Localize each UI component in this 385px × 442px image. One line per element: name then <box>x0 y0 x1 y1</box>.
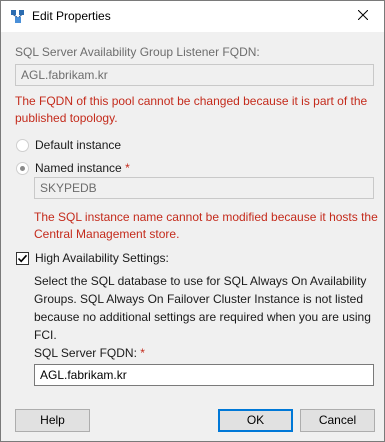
description-line: because no additional settings are requi… <box>34 310 371 324</box>
sql-server-fqdn-input[interactable]: AGL.fabrikam.kr <box>34 364 374 386</box>
listener-fqdn-field[interactable]: AGL.fabrikam.kr <box>15 64 374 86</box>
ok-button[interactable]: OK <box>218 409 293 432</box>
description-line: Select the SQL database to use for SQL A… <box>34 274 367 288</box>
named-instance-radio[interactable] <box>16 162 29 175</box>
required-marker: * <box>125 161 130 175</box>
default-instance-radio[interactable] <box>16 139 29 152</box>
required-marker: * <box>140 346 145 360</box>
window-title: Edit Properties <box>32 9 111 23</box>
fqdn-error-message: The FQDN of this pool cannot be changed … <box>15 93 380 127</box>
fqdn-error-line: The FQDN of this pool cannot be changed … <box>15 94 368 108</box>
edit-properties-dialog: Edit Properties SQL Server Availability … <box>0 0 385 442</box>
instance-error-line: The SQL instance name cannot be modified… <box>34 210 378 224</box>
high-availability-checkbox[interactable] <box>16 252 29 265</box>
dialog-body: SQL Server Availability Group Listener F… <box>1 32 384 441</box>
default-instance-label[interactable]: Default instance <box>35 138 121 152</box>
named-instance-text: Named instance <box>35 161 122 175</box>
description-line: Groups. SQL Always On Failover Cluster I… <box>34 292 364 306</box>
title-bar: Edit Properties <box>1 1 384 32</box>
high-availability-description: Select the SQL database to use for SQL A… <box>34 272 384 344</box>
sql-server-fqdn-text: SQL Server FQDN: <box>34 346 137 360</box>
help-button[interactable]: Help <box>15 409 90 432</box>
named-instance-field[interactable]: SKYPEDB <box>34 177 374 199</box>
cancel-button[interactable]: Cancel <box>300 409 375 432</box>
sql-server-fqdn-label: SQL Server FQDN: * <box>34 346 145 360</box>
named-instance-label[interactable]: Named instance * <box>35 161 130 175</box>
checkmark-icon <box>17 254 28 263</box>
close-icon <box>357 9 369 23</box>
app-icon <box>10 8 26 24</box>
close-button[interactable] <box>344 1 382 31</box>
description-line: FCI. <box>34 328 57 342</box>
fqdn-error-line: published topology. <box>15 111 118 125</box>
instance-error-message: The SQL instance name cannot be modified… <box>34 209 379 243</box>
high-availability-label[interactable]: High Availability Settings: <box>35 251 169 265</box>
listener-fqdn-label: SQL Server Availability Group Listener F… <box>15 45 260 59</box>
instance-error-line: Central Management store. <box>34 227 180 241</box>
